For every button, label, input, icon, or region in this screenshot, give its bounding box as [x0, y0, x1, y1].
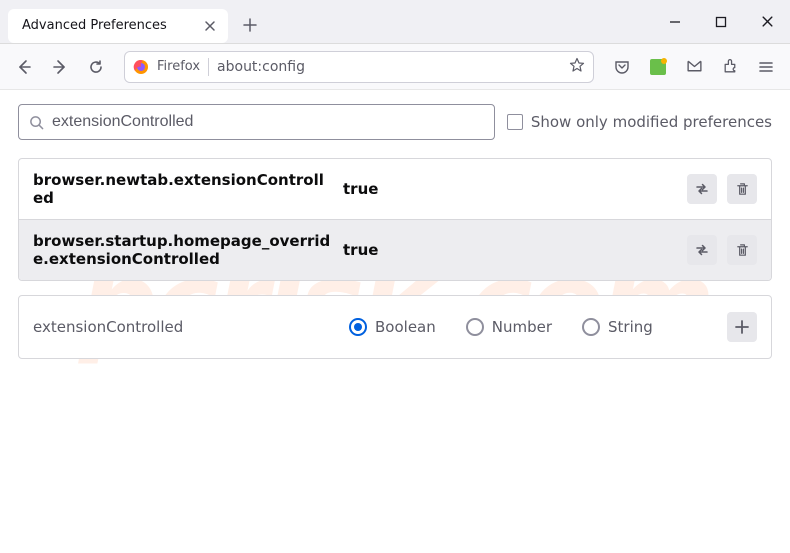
- checkbox-label: Show only modified preferences: [531, 113, 772, 131]
- tab-title: Advanced Preferences: [22, 18, 190, 33]
- window-titlebar: Advanced Preferences: [0, 0, 790, 44]
- minimize-button[interactable]: [652, 0, 698, 44]
- new-pref-name: extensionControlled: [33, 318, 333, 336]
- delete-button[interactable]: [727, 235, 757, 265]
- preferences-table: browser.newtab.extensionControlled true …: [18, 158, 772, 281]
- search-icon: [29, 115, 44, 130]
- main-content: Show only modified preferences browser.n…: [0, 90, 790, 373]
- radio-icon: [349, 318, 367, 336]
- pref-name: browser.startup.homepage_override.extens…: [33, 232, 333, 268]
- browser-toolbar: Firefox about:config: [0, 44, 790, 90]
- pref-name: browser.newtab.extensionControlled: [33, 171, 333, 207]
- bookmark-star-icon[interactable]: [569, 57, 585, 77]
- url-text: about:config: [217, 59, 561, 75]
- type-radio-boolean[interactable]: Boolean: [349, 318, 436, 336]
- checkbox-icon: [507, 114, 523, 130]
- forward-button[interactable]: [44, 51, 76, 83]
- app-menu-icon[interactable]: [750, 51, 782, 83]
- type-radio-string[interactable]: String: [582, 318, 653, 336]
- modified-only-checkbox[interactable]: Show only modified preferences: [507, 113, 772, 131]
- pocket-icon[interactable]: [606, 51, 638, 83]
- extension-icon[interactable]: [642, 51, 674, 83]
- inbox-icon[interactable]: [678, 51, 710, 83]
- reload-button[interactable]: [80, 51, 112, 83]
- type-radio-number[interactable]: Number: [466, 318, 552, 336]
- maximize-button[interactable]: [698, 0, 744, 44]
- radio-icon: [466, 318, 484, 336]
- url-bar[interactable]: Firefox about:config: [124, 51, 594, 83]
- close-window-button[interactable]: [744, 0, 790, 44]
- pref-row: browser.newtab.extensionControlled true: [19, 159, 771, 220]
- new-tab-button[interactable]: [234, 9, 266, 41]
- identity-label: Firefox: [157, 58, 209, 76]
- extensions-icon[interactable]: [714, 51, 746, 83]
- firefox-icon: [133, 59, 149, 75]
- pref-value: true: [343, 241, 378, 259]
- close-tab-icon[interactable]: [202, 18, 218, 34]
- pref-value: true: [343, 180, 378, 198]
- search-input[interactable]: [52, 113, 484, 131]
- add-pref-row: extensionControlled Boolean Number Strin…: [18, 295, 772, 359]
- radio-label: String: [608, 318, 653, 336]
- toggle-button[interactable]: [687, 235, 717, 265]
- back-button[interactable]: [8, 51, 40, 83]
- add-button[interactable]: [727, 312, 757, 342]
- search-box[interactable]: [18, 104, 495, 140]
- toggle-button[interactable]: [687, 174, 717, 204]
- radio-label: Number: [492, 318, 552, 336]
- radio-icon: [582, 318, 600, 336]
- browser-tab[interactable]: Advanced Preferences: [8, 9, 228, 43]
- pref-row: browser.startup.homepage_override.extens…: [19, 220, 771, 280]
- radio-label: Boolean: [375, 318, 436, 336]
- delete-button[interactable]: [727, 174, 757, 204]
